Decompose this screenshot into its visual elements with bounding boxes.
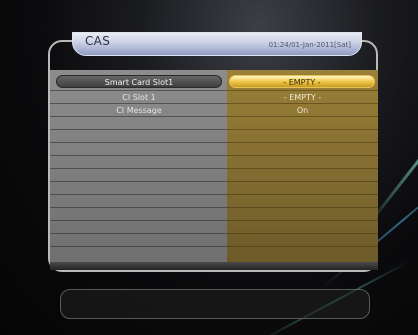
row-divider xyxy=(227,155,378,156)
row-divider xyxy=(50,129,227,130)
title-bar: CAS 01:24/01-Jan-2011[Sat] xyxy=(72,32,362,56)
row-divider xyxy=(227,181,378,182)
menu-value-ci-message[interactable]: On xyxy=(231,104,374,117)
row-divider xyxy=(50,233,227,234)
row-divider xyxy=(227,207,378,208)
menu-item-ci-slot-1[interactable]: CI Slot 1 xyxy=(56,91,222,104)
row-divider xyxy=(227,142,378,143)
menu-item-smart-card-slot1[interactable]: Smart Card Slot1 xyxy=(56,75,222,88)
row-divider xyxy=(50,220,227,221)
row-divider xyxy=(50,194,227,195)
row-divider xyxy=(227,168,378,169)
info-panel xyxy=(60,289,370,319)
row-divider xyxy=(50,142,227,143)
row-divider xyxy=(50,155,227,156)
menu-item-ci-message[interactable]: CI Message xyxy=(56,104,222,117)
page-title: CAS xyxy=(85,34,111,48)
row-divider xyxy=(50,246,227,247)
menu-value-ci-slot-1[interactable]: - EMPTY - xyxy=(231,91,374,104)
row-divider xyxy=(50,168,227,169)
row-divider xyxy=(50,181,227,182)
menu-value-smart-card-slot1[interactable]: - EMPTY - xyxy=(229,75,375,88)
row-divider xyxy=(227,233,378,234)
row-divider xyxy=(50,207,227,208)
row-divider xyxy=(227,129,378,130)
row-divider xyxy=(227,246,378,247)
row-divider xyxy=(227,220,378,221)
clock-display: 01:24/01-Jan-2011[Sat] xyxy=(268,41,351,49)
menu-footer-strip xyxy=(50,262,378,270)
row-divider xyxy=(227,194,378,195)
tv-menu-screen: CAS 01:24/01-Jan-2011[Sat] Smart Card Sl… xyxy=(0,0,418,335)
